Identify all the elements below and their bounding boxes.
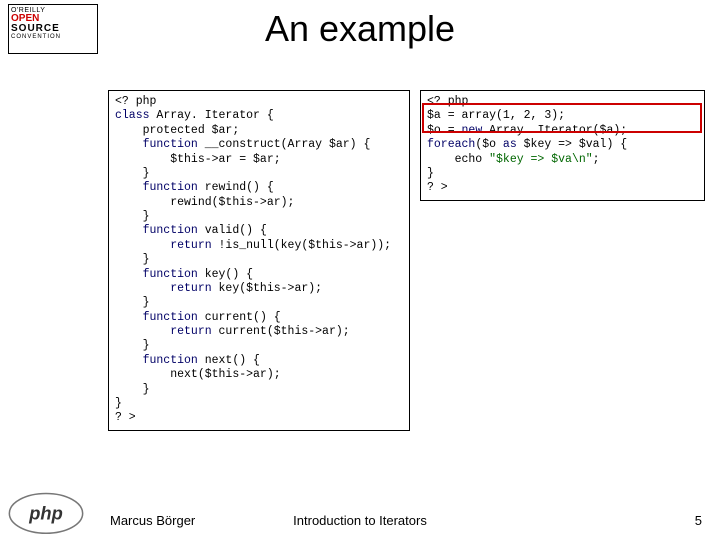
cl-l10a: function bbox=[115, 224, 198, 237]
cl-l2a: class bbox=[115, 109, 150, 122]
cl-l11b: !is_null(key($this->ar)); bbox=[212, 239, 391, 252]
slide-title: An example bbox=[0, 8, 720, 50]
slide: O'REILLY OPEN SOURCE CONVENTION An examp… bbox=[0, 0, 720, 540]
cl-l21: } bbox=[115, 383, 150, 396]
cl-l16b: current() { bbox=[198, 311, 281, 324]
cl-l14b: key($this->ar); bbox=[212, 282, 322, 295]
cl-l1: <? php bbox=[115, 95, 156, 108]
cr-r7: ? > bbox=[427, 181, 448, 194]
cr-r6: } bbox=[427, 167, 434, 180]
code-block-left: <? php class Array. Iterator { protected… bbox=[108, 90, 410, 431]
cl-l16a: function bbox=[115, 311, 198, 324]
cr-r3b: new bbox=[462, 124, 483, 137]
cr-r3a: $o = bbox=[427, 124, 462, 137]
cr-r5b: "$key => $va\n" bbox=[489, 153, 593, 166]
cl-l23: ? > bbox=[115, 411, 136, 424]
cl-l3: protected $ar; bbox=[115, 124, 239, 137]
cl-l19a: function bbox=[115, 354, 198, 367]
cr-r4c: as bbox=[503, 138, 517, 151]
cr-r4d: $key => $val) { bbox=[517, 138, 627, 151]
cl-l4a: function bbox=[115, 138, 198, 151]
cr-r4a: foreach bbox=[427, 138, 475, 151]
cl-l6: } bbox=[115, 167, 150, 180]
code-block-right: <? php $a = array(1, 2, 3); $o = new Arr… bbox=[420, 90, 705, 201]
page-number: 5 bbox=[695, 513, 702, 528]
cl-l15: } bbox=[115, 296, 150, 309]
cl-l7b: rewind() { bbox=[198, 181, 274, 194]
cl-l10b: valid() { bbox=[198, 224, 267, 237]
cr-r1: <? php bbox=[427, 95, 468, 108]
cr-r5c: ; bbox=[593, 153, 600, 166]
cl-l2b: Array. Iterator { bbox=[150, 109, 274, 122]
cr-r2: $a = array(1, 2, 3); bbox=[427, 109, 565, 122]
cl-l19b: next() { bbox=[198, 354, 260, 367]
cl-l17a: return bbox=[115, 325, 212, 338]
cl-l13a: function bbox=[115, 268, 198, 281]
cl-l20: next($this->ar); bbox=[115, 368, 281, 381]
footer-title: Introduction to Iterators bbox=[0, 513, 720, 528]
cr-r5a: echo bbox=[427, 153, 489, 166]
cl-l17b: current($this->ar); bbox=[212, 325, 350, 338]
cr-r3c: Array. Iterator($a); bbox=[482, 124, 627, 137]
cl-l14a: return bbox=[115, 282, 212, 295]
cl-l13b: key() { bbox=[198, 268, 253, 281]
cl-l12: } bbox=[115, 253, 150, 266]
cl-l11a: return bbox=[115, 239, 212, 252]
cl-l9: } bbox=[115, 210, 150, 223]
cl-l8: rewind($this->ar); bbox=[115, 196, 294, 209]
cr-r4b: ($o bbox=[475, 138, 503, 151]
cl-l18: } bbox=[115, 339, 150, 352]
cl-l5: $this->ar = $ar; bbox=[115, 153, 281, 166]
cl-l4b: __construct(Array $ar) { bbox=[198, 138, 371, 151]
cl-l22: } bbox=[115, 397, 122, 410]
cl-l7a: function bbox=[115, 181, 198, 194]
